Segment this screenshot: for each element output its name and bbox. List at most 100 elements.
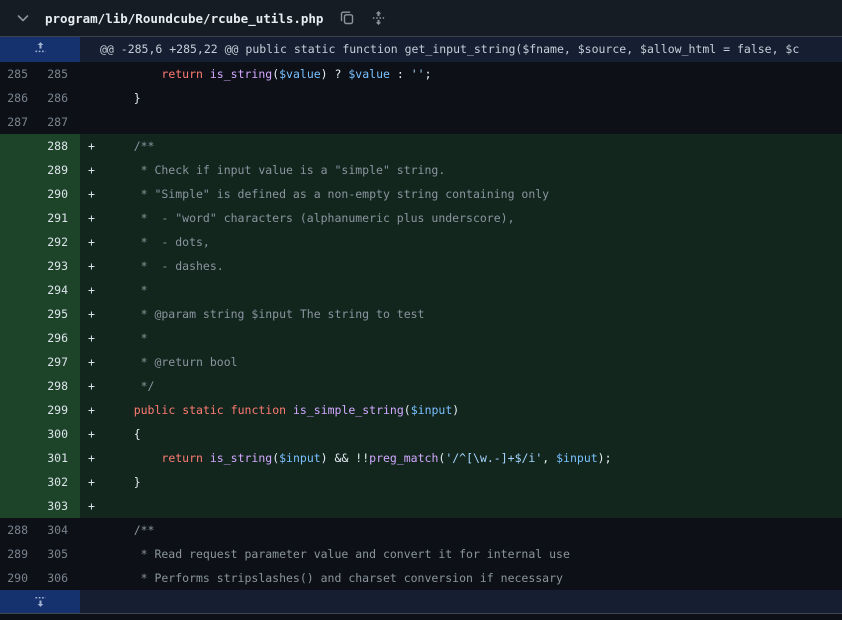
diff-marker: + [80,446,106,470]
old-line-number[interactable] [0,134,40,158]
new-line-number[interactable]: 286 [40,86,80,110]
new-line-number[interactable]: 300 [40,422,80,446]
code-line: * - dashes. [106,254,842,278]
diff-row: 288+ /** [0,134,842,158]
diff-row: 296+ * [0,326,842,350]
diff-marker: + [80,470,106,494]
diff-marker: + [80,398,106,422]
new-line-number[interactable]: 287 [40,110,80,134]
new-line-number[interactable]: 294 [40,278,80,302]
diff-marker: + [80,278,106,302]
diff-row: 289+ * Check if input value is a "simple… [0,158,842,182]
new-line-number[interactable]: 295 [40,302,80,326]
code-line: * Performs stripslashes() and charset co… [106,566,842,590]
old-line-number[interactable]: 287 [0,110,40,134]
old-line-number[interactable]: 289 [0,542,40,566]
code-line [106,494,842,518]
copy-path-button[interactable] [336,7,358,29]
diff-row: 285285 return is_string($value) ? $value… [0,62,842,86]
old-line-number[interactable] [0,302,40,326]
code-line: * Read request parameter value and conve… [106,542,842,566]
old-line-number[interactable]: 285 [0,62,40,86]
code-line: * - dots, [106,230,842,254]
new-line-number[interactable]: 288 [40,134,80,158]
hunk-header: @@ -285,6 +285,22 @@ public static funct… [80,37,842,62]
diff-marker [80,86,106,110]
new-line-number[interactable]: 301 [40,446,80,470]
file-header: program/lib/Roundcube/rcube_utils.php [0,0,842,37]
diff-marker: + [80,254,106,278]
old-line-number[interactable] [0,350,40,374]
old-line-number[interactable] [0,374,40,398]
expand-all-button[interactable] [367,7,389,29]
new-line-number[interactable]: 296 [40,326,80,350]
new-line-number[interactable]: 298 [40,374,80,398]
diff-row: 299+ public static function is_simple_st… [0,398,842,422]
old-line-number[interactable]: 288 [0,518,40,542]
hunk-row: @@ -285,6 +285,22 @@ public static funct… [0,37,842,62]
diff-row: 303+ [0,494,842,518]
diff-marker: + [80,422,106,446]
unfold-icon [371,10,386,26]
diff-row: 290306 * Performs stripslashes() and cha… [0,566,842,590]
code-line: } [106,86,842,110]
fold-down-icon [33,593,48,611]
diff-marker: + [80,158,106,182]
old-line-number[interactable] [0,182,40,206]
old-line-number[interactable]: 286 [0,86,40,110]
code-line: */ [106,374,842,398]
new-line-number[interactable]: 303 [40,494,80,518]
old-line-number[interactable] [0,422,40,446]
code-line: * @return bool [106,350,842,374]
old-line-number[interactable]: 290 [0,566,40,590]
code-line: * - "word" characters (alphanumeric plus… [106,206,842,230]
diff-marker [80,542,106,566]
code-line: return is_string($input) && !!preg_match… [106,446,842,470]
old-line-number[interactable] [0,158,40,182]
code-line: * [106,278,842,302]
old-line-number[interactable] [0,230,40,254]
expand-up-button[interactable] [0,37,80,62]
new-line-number[interactable]: 297 [40,350,80,374]
new-line-number[interactable]: 285 [40,62,80,86]
diff-marker: + [80,302,106,326]
new-line-number[interactable]: 302 [40,470,80,494]
old-line-number[interactable] [0,470,40,494]
diff-row: 291+ * - "word" characters (alphanumeric… [0,206,842,230]
diff-marker [80,518,106,542]
diff-marker: + [80,182,106,206]
file-path: program/lib/Roundcube/rcube_utils.php [45,11,323,26]
expand-down-button[interactable] [0,590,80,613]
diff-marker: + [80,206,106,230]
old-line-number[interactable] [0,278,40,302]
new-line-number[interactable]: 299 [40,398,80,422]
new-line-number[interactable]: 305 [40,542,80,566]
new-line-number[interactable]: 293 [40,254,80,278]
diff-row: 301+ return is_string($input) && !!preg_… [0,446,842,470]
old-line-number[interactable] [0,206,40,230]
expand-footer-fill [80,590,842,613]
expand-footer [0,590,842,614]
diff-marker: + [80,350,106,374]
diff-row: 295+ * @param string $input The string t… [0,302,842,326]
old-line-number[interactable] [0,494,40,518]
new-line-number[interactable]: 306 [40,566,80,590]
collapse-file-button[interactable] [12,7,34,29]
new-line-number[interactable]: 292 [40,230,80,254]
old-line-number[interactable] [0,446,40,470]
code-line: /** [106,134,842,158]
old-line-number[interactable] [0,326,40,350]
old-line-number[interactable] [0,398,40,422]
new-line-number[interactable]: 304 [40,518,80,542]
new-line-number[interactable]: 289 [40,158,80,182]
new-line-number[interactable]: 290 [40,182,80,206]
diff-row: 297+ * @return bool [0,350,842,374]
diff-rows: 285285 return is_string($value) ? $value… [0,62,842,590]
code-line: } [106,470,842,494]
fold-up-icon [33,41,48,59]
diff-marker: + [80,374,106,398]
old-line-number[interactable] [0,254,40,278]
diff-row: 292+ * - dots, [0,230,842,254]
new-line-number[interactable]: 291 [40,206,80,230]
diff-marker [80,566,106,590]
